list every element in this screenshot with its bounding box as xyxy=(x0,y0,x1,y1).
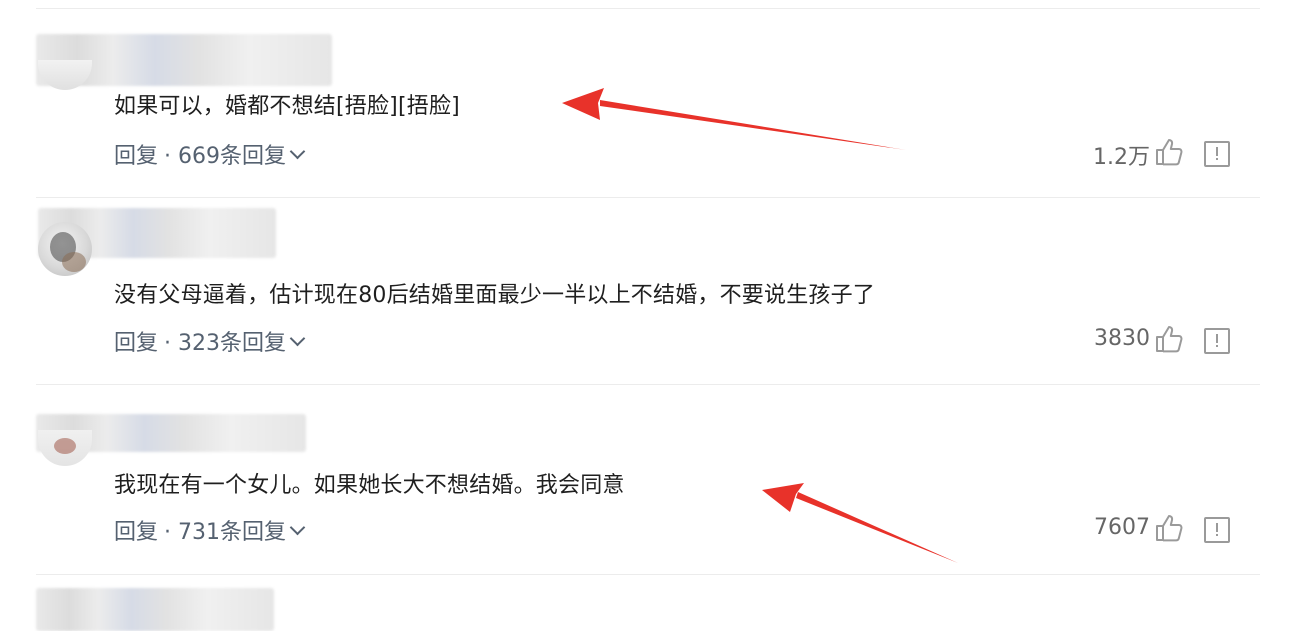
divider xyxy=(36,384,1260,385)
divider xyxy=(36,8,1260,9)
reply-link[interactable]: 回复 · 669条回复 xyxy=(114,138,306,170)
reply-count: · 323条回复 xyxy=(164,331,286,356)
report-icon[interactable] xyxy=(1204,141,1230,167)
reply-count: · 669条回复 xyxy=(164,144,286,169)
reply-link[interactable]: 回复 · 731条回复 xyxy=(114,514,306,546)
arrow-shaft xyxy=(600,100,906,150)
comment-text: 如果可以，婚都不想结[捂脸][捂脸] xyxy=(114,94,460,119)
avatar[interactable] xyxy=(38,222,92,276)
chevron-down-icon xyxy=(289,330,306,346)
comment-text: 我现在有一个女儿。如果她长大不想结婚。我会同意 xyxy=(114,473,625,498)
chevron-down-icon xyxy=(289,519,306,535)
thumbs-up-icon[interactable] xyxy=(1154,137,1184,167)
report-icon[interactable] xyxy=(1204,328,1230,354)
reply-label: 回复 xyxy=(114,331,159,356)
avatar-image xyxy=(54,438,76,454)
avatar[interactable] xyxy=(38,430,92,466)
chevron-down-icon xyxy=(289,143,306,159)
arrow-head xyxy=(762,483,804,512)
like-count: 1.2万 xyxy=(1093,145,1150,170)
arrow-head xyxy=(562,88,604,120)
divider xyxy=(36,197,1260,198)
report-icon[interactable] xyxy=(1204,517,1230,543)
reply-label: 回复 xyxy=(114,520,159,545)
reply-label: 回复 xyxy=(114,144,159,169)
reply-link[interactable]: 回复 · 323条回复 xyxy=(114,325,306,357)
thumbs-up-icon[interactable] xyxy=(1154,513,1184,543)
thumbs-up-icon[interactable] xyxy=(1154,324,1184,354)
reply-count: · 731条回复 xyxy=(164,520,286,545)
blurred-username xyxy=(36,588,274,631)
comment-text: 没有父母逼着，估计现在80后结婚里面最少一半以上不结婚，不要说生孩子了 xyxy=(114,283,875,308)
arrow-shaft xyxy=(796,492,958,563)
like-count: 7607 xyxy=(1094,515,1150,540)
divider xyxy=(36,574,1260,575)
like-count: 3830 xyxy=(1094,326,1150,351)
avatar-image xyxy=(62,252,86,272)
